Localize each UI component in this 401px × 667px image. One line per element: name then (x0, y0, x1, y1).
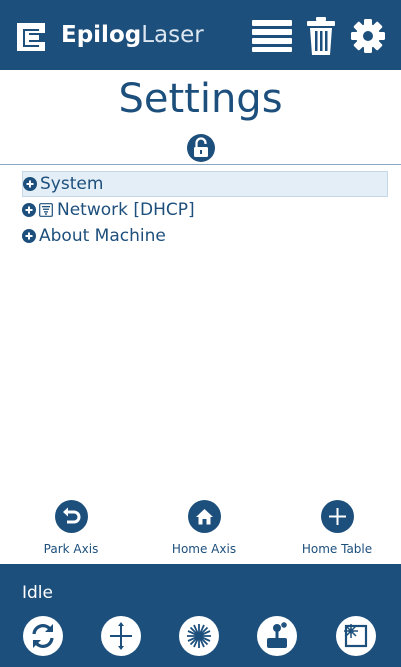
tree-item-network[interactable]: Network [DHCP] (22, 197, 388, 223)
frame-icon[interactable] (336, 616, 376, 656)
home-icon[interactable] (187, 500, 221, 533)
park-axis-button[interactable]: Park Axis (16, 500, 126, 556)
home-table-label: Home Table (301, 542, 373, 556)
title-divider (0, 164, 401, 165)
page-title: Settings (118, 76, 283, 122)
network-icon (39, 203, 53, 217)
tree-item-about-machine[interactable]: About Machine (22, 223, 388, 249)
joystick-icon[interactable] (257, 616, 297, 656)
machine-status: Idle (22, 583, 53, 603)
brand-name-bold: Epilog (61, 22, 142, 48)
brand-name: EpilogLaser (61, 22, 204, 48)
jog-icon[interactable] (101, 616, 141, 656)
crosshair-icon[interactable] (320, 500, 354, 533)
settings-tree: System Network [DHCP] About Machine (22, 171, 388, 249)
footer-bar: Idle (0, 564, 401, 667)
unlocked-padlock-icon[interactable] (186, 133, 216, 163)
refresh-icon[interactable] (23, 616, 63, 656)
gear-icon[interactable] (350, 18, 386, 54)
park-axis-label: Park Axis (43, 542, 99, 556)
home-axis-button[interactable]: Home Axis (149, 500, 259, 556)
return-arrow-icon[interactable] (54, 500, 88, 533)
tree-item-label: System (40, 174, 104, 194)
plus-circle-icon[interactable] (22, 203, 36, 217)
trash-icon[interactable] (305, 16, 337, 56)
header-bar: EpilogLaser (0, 0, 401, 70)
tree-item-label: About Machine (39, 226, 166, 246)
brand-name-light: Laser (141, 22, 204, 48)
tree-item-system[interactable]: System (22, 171, 388, 197)
epilog-logo-icon (17, 23, 45, 51)
laser-pointer-icon[interactable] (179, 616, 219, 656)
plus-circle-icon[interactable] (23, 177, 37, 191)
home-table-button[interactable]: Home Table (282, 500, 392, 556)
plus-circle-icon[interactable] (22, 229, 36, 243)
menu-icon[interactable] (250, 18, 294, 54)
tree-item-label: Network [DHCP] (57, 200, 195, 220)
home-axis-label: Home Axis (171, 542, 237, 556)
